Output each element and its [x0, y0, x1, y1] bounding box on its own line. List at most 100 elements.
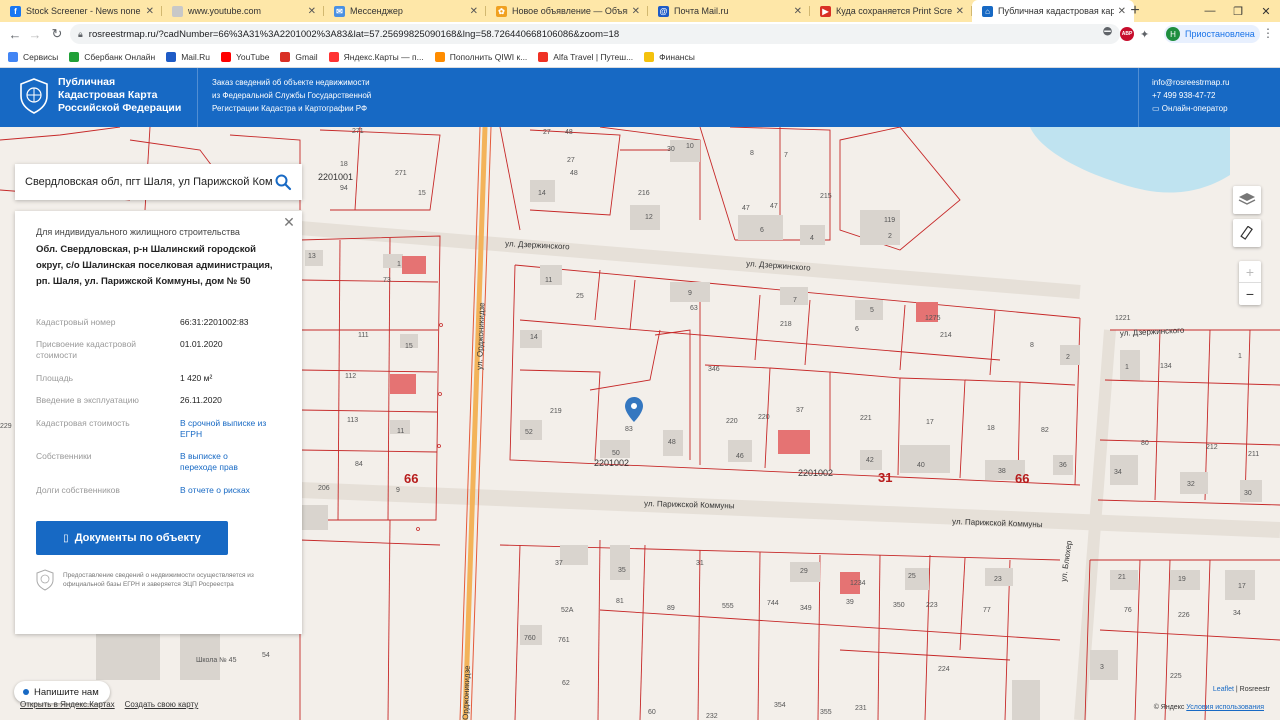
svg-text:225: 225 [1170, 673, 1182, 680]
browser-tab[interactable]: ✉ Мессенджер ✕ [324, 0, 486, 22]
svg-text:81: 81 [616, 598, 624, 605]
maximize-icon[interactable]: ❐ [1224, 0, 1252, 22]
close-tab-icon[interactable]: ✕ [632, 6, 640, 17]
bookmark-item[interactable]: Alfa Travel | Путеш... [538, 51, 633, 62]
browser-tab[interactable]: ✿ Новое объявление — Объявле ✕ [486, 0, 648, 22]
reload-icon[interactable]: ↻ [46, 23, 68, 45]
tab-title: Stock Screener - News none usa [26, 6, 142, 16]
bookmark-label: Mail.Ru [181, 51, 211, 62]
search-input[interactable] [25, 176, 273, 188]
svg-text:271: 271 [352, 128, 364, 135]
tab-title: Почта Mail.ru [674, 6, 729, 16]
svg-text:80: 80 [1141, 440, 1149, 447]
contact-email[interactable]: info@rosreestrmap.ru [1152, 76, 1229, 89]
profile-button[interactable]: Н Приостановлена [1164, 25, 1260, 43]
svg-text:760: 760 [524, 635, 536, 642]
address-bar[interactable]: 🔒︎ rosreestrmap.ru/?cadNumber=66%3A31%3A… [70, 24, 1120, 44]
svg-text:17: 17 [926, 419, 934, 426]
cookie-blocked-icon[interactable]: ⛔︎ [1103, 26, 1112, 39]
rosreestr-logo-icon[interactable] [20, 78, 48, 114]
close-tab-icon[interactable]: ✕ [956, 6, 964, 17]
lock-icon[interactable]: 🔒︎ [78, 29, 83, 40]
svg-text:11: 11 [397, 428, 404, 435]
close-tab-icon[interactable]: ✕ [794, 6, 802, 17]
bookmark-label: Пополнить QIWI к... [449, 51, 528, 62]
browser-tab-strip: fStock Screener - News none usa✕www.yout… [0, 0, 1280, 22]
kebab-menu-icon[interactable]: ⋮ [1262, 26, 1274, 40]
svg-text:40: 40 [917, 462, 925, 469]
svg-text:62: 62 [562, 680, 570, 687]
close-tab-icon[interactable]: ✕ [146, 6, 154, 17]
terms-link[interactable]: Условия использования [1186, 704, 1264, 711]
bookmark-icon [280, 51, 291, 62]
bookmark-item[interactable]: Gmail [280, 51, 318, 62]
tab-favicon-icon: f [10, 5, 21, 17]
close-icon[interactable]: ✕ [282, 215, 296, 229]
browser-tab[interactable]: @ Почта Mail.ru ✕ [648, 0, 810, 22]
svg-text:29: 29 [800, 568, 808, 575]
svg-text:8: 8 [1030, 342, 1034, 349]
svg-text:2: 2 [1066, 354, 1070, 361]
svg-text:50: 50 [612, 450, 620, 457]
bookmark-item[interactable]: YouTube [221, 51, 269, 62]
svg-text:220: 220 [726, 418, 738, 425]
documents-button[interactable]: ▯ Документы по объекту [36, 521, 228, 555]
svg-text:349: 349 [800, 605, 812, 612]
layers-icon [1238, 193, 1256, 205]
browser-tab[interactable]: f Stock Screener - News none usa ✕ [0, 0, 162, 22]
water-area [780, 127, 1230, 193]
svg-text:47: 47 [742, 205, 750, 212]
svg-text:7: 7 [793, 297, 797, 304]
bookmark-label: Яндекс.Карты — п... [343, 51, 424, 62]
close-window-icon[interactable]: ✕ [1252, 0, 1280, 22]
bookmark-item[interactable]: Mail.Ru [166, 51, 211, 62]
risk-report-link[interactable]: В отчете о рисках [180, 485, 250, 496]
svg-text:1: 1 [1125, 364, 1129, 371]
bookmark-item[interactable]: Яндекс.Карты — п... [328, 51, 424, 62]
browser-tab[interactable]: ⌂ Публичная кадастровая карта ✕ [972, 0, 1134, 22]
new-tab-button[interactable]: + [1124, 0, 1146, 22]
tab-favicon-icon: ▶ [820, 5, 831, 17]
selected-parcel-marker[interactable] [625, 397, 643, 422]
svg-text:119: 119 [884, 217, 895, 224]
create-map-link[interactable]: Создать свою карту [125, 700, 199, 709]
svg-text:3: 3 [1100, 664, 1104, 671]
bookmark-item[interactable]: Пополнить QIWI к... [434, 51, 528, 62]
zoom-in-button[interactable]: + [1239, 261, 1261, 283]
map-attribution: Leaflet | Rosreestr [1212, 686, 1270, 693]
search-icon[interactable] [274, 173, 292, 191]
layers-button[interactable] [1233, 186, 1261, 214]
bookmark-item[interactable]: Финансы [644, 51, 695, 62]
extensions-puzzle-icon[interactable]: ✦ [1140, 28, 1149, 41]
svg-text:94: 94 [340, 185, 348, 192]
svg-text:744: 744 [767, 600, 779, 607]
browser-tab[interactable]: ▶ Куда сохраняется Print Screen ✕ [810, 0, 972, 22]
svg-text:1221: 1221 [1115, 315, 1131, 322]
bookmark-item[interactable]: Сервисы [8, 51, 58, 62]
back-icon[interactable]: ← [4, 23, 26, 45]
svg-text:212: 212 [1206, 444, 1218, 451]
browser-tab[interactable]: www.youtube.com ✕ [162, 0, 324, 22]
zoom-out-button[interactable]: − [1239, 283, 1261, 305]
district-number: 66 [1015, 471, 1029, 486]
svg-text:5: 5 [870, 307, 874, 314]
adblock-plus-icon[interactable]: ABP [1120, 27, 1134, 41]
minimize-icon[interactable]: — [1196, 0, 1224, 22]
bookmark-icon [538, 51, 549, 62]
open-yandex-maps-link[interactable]: Открыть в Яндекс.Картах [20, 700, 115, 709]
svg-text:15: 15 [405, 343, 413, 350]
contact-phone[interactable]: +7 499 938-47-72 [1152, 89, 1229, 102]
svg-text:82: 82 [1041, 427, 1049, 434]
close-tab-icon[interactable]: ✕ [470, 6, 478, 17]
egrn-extract-link[interactable]: В срочной выписке из ЕГРН [180, 418, 272, 440]
ruler-button[interactable] [1233, 219, 1261, 247]
bookmark-item[interactable]: Сбербанк Онлайн [69, 51, 155, 62]
svg-text:229: 229 [0, 423, 12, 430]
close-tab-icon[interactable]: ✕ [308, 6, 316, 17]
online-operator-link[interactable]: ▭ Онлайн-оператор [1152, 102, 1229, 115]
leaflet-link[interactable]: Leaflet [1213, 686, 1234, 693]
avatar: Н [1166, 27, 1180, 41]
rights-transfer-link[interactable]: В выписке о переходе прав [180, 451, 262, 473]
site-title[interactable]: Публичная Кадастровая Карта Российской Ф… [58, 76, 181, 115]
forward-icon[interactable]: → [24, 23, 46, 45]
